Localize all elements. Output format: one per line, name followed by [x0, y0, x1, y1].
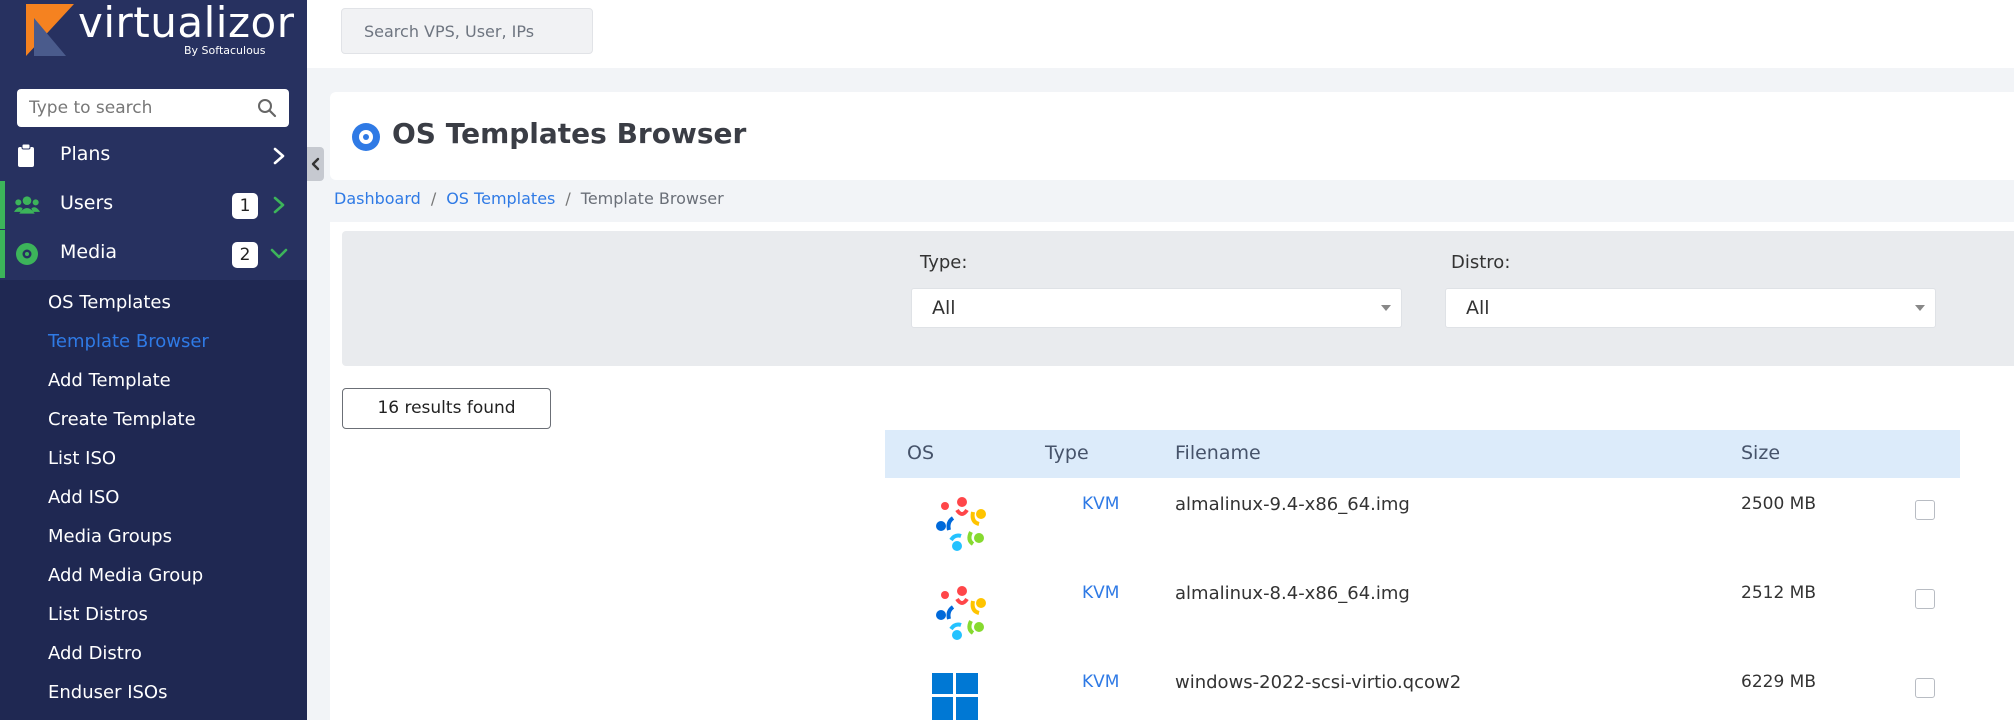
type-filter-select[interactable]: All [911, 288, 1402, 328]
breadcrumb-separator: / [565, 189, 571, 208]
type-filter-label: Type: [920, 252, 968, 273]
type-filter-value: All [932, 297, 956, 319]
breadcrumb-dashboard[interactable]: Dashboard [334, 189, 421, 208]
breadcrumb-current: Template Browser [580, 189, 724, 208]
filter-panel: Type: All Distro: All [342, 231, 2014, 366]
column-header-type: Type [1045, 442, 1089, 464]
virtualizor-logo[interactable]: virtualizor By Softaculous [26, 0, 294, 60]
sidebar: virtualizor By Softaculous Plans U [0, 0, 307, 720]
submenu-item-create-template[interactable]: Create Template [48, 409, 196, 430]
disc-icon [352, 123, 380, 151]
global-search-input[interactable] [362, 21, 586, 42]
template-size: 2500 MB [1741, 494, 1816, 514]
page-header: OS Templates Browser [330, 92, 2014, 180]
submenu-item-add-distro[interactable]: Add Distro [48, 643, 142, 664]
disc-icon [16, 243, 38, 265]
chevron-right-icon [273, 196, 285, 214]
chevron-right-icon [273, 147, 285, 165]
row-select-checkbox[interactable] [1915, 500, 1935, 520]
template-size: 6229 MB [1741, 672, 1816, 692]
sidebar-item-label: Media [60, 241, 118, 263]
distro-filter-select[interactable]: All [1445, 288, 1936, 328]
submenu-item-add-iso[interactable]: Add ISO [48, 487, 119, 508]
media-submenu: OS Templates Template Browser Add Templa… [0, 280, 307, 720]
brand-name: virtualizor [78, 0, 295, 47]
active-indicator [0, 181, 5, 229]
table-row[interactable]: KVM almalinux-8.4-x86_64.img 2512 MB [885, 567, 1960, 657]
sidebar-search [17, 89, 289, 127]
results-count: 16 results found [342, 388, 551, 429]
sidebar-search-input[interactable] [27, 97, 251, 119]
submenu-item-enduser-isos[interactable]: Enduser ISOs [48, 682, 167, 703]
top-bar [307, 0, 2014, 68]
clipboard-icon [18, 144, 34, 167]
submenu-item-template-browser[interactable]: Template Browser [48, 331, 209, 352]
brand-subtitle: By Softaculous [184, 44, 266, 57]
sidebar-item-users[interactable]: Users 1 [0, 181, 307, 229]
table-row[interactable]: KVM windows-2022-scsi-virtio.qcow2 6229 … [885, 656, 1960, 720]
almalinux-icon [936, 497, 986, 551]
submenu-item-list-iso[interactable]: List ISO [48, 448, 116, 469]
sidebar-item-plans[interactable]: Plans [0, 132, 307, 180]
logo-mark-icon [26, 4, 74, 56]
sidebar-collapse-toggle[interactable] [307, 147, 324, 181]
os-type: KVM [1082, 583, 1120, 603]
submenu-item-list-distros[interactable]: List Distros [48, 604, 148, 625]
column-header-filename: Filename [1175, 442, 1261, 464]
row-select-checkbox[interactable] [1915, 589, 1935, 609]
almalinux-icon [936, 586, 986, 640]
sidebar-item-media[interactable]: Media 2 [0, 230, 307, 278]
submenu-item-media-groups[interactable]: Media Groups [48, 526, 172, 547]
chevron-left-icon [311, 157, 320, 171]
submenu-item-os-templates[interactable]: OS Templates [48, 292, 171, 313]
dropdown-arrow-icon [1915, 305, 1925, 311]
dropdown-arrow-icon [1381, 305, 1391, 311]
template-filename: almalinux-8.4-x86_64.img [1175, 583, 1410, 604]
row-select-checkbox[interactable] [1915, 678, 1935, 698]
chevron-down-icon [270, 248, 288, 259]
users-icon [14, 196, 40, 214]
column-header-size: Size [1741, 442, 1781, 464]
sidebar-item-label: Users [60, 192, 114, 214]
global-search [341, 8, 593, 54]
template-filename: almalinux-9.4-x86_64.img [1175, 494, 1410, 515]
windows-icon [932, 673, 978, 720]
active-indicator [0, 230, 5, 278]
breadcrumb: Dashboard / OS Templates / Template Browser [334, 189, 724, 208]
template-filename: windows-2022-scsi-virtio.qcow2 [1175, 672, 1462, 693]
count-badge: 1 [232, 193, 258, 219]
breadcrumb-separator: / [430, 189, 437, 208]
search-icon[interactable] [257, 98, 277, 118]
distro-filter-label: Distro: [1451, 252, 1511, 273]
table-header: OS Type Filename Size [885, 430, 1960, 478]
distro-filter-value: All [1466, 297, 1490, 319]
os-type: KVM [1082, 494, 1120, 514]
os-type: KVM [1082, 672, 1120, 692]
column-header-os: OS [907, 442, 935, 464]
breadcrumb-os-templates[interactable]: OS Templates [446, 189, 555, 208]
sidebar-item-label: Plans [60, 143, 111, 165]
template-size: 2512 MB [1741, 583, 1816, 603]
submenu-item-add-template[interactable]: Add Template [48, 370, 171, 391]
page-title: OS Templates Browser [392, 117, 747, 150]
submenu-item-add-media-group[interactable]: Add Media Group [48, 565, 203, 586]
count-badge: 2 [232, 242, 258, 268]
table-row[interactable]: KVM almalinux-9.4-x86_64.img 2500 MB [885, 478, 1960, 568]
